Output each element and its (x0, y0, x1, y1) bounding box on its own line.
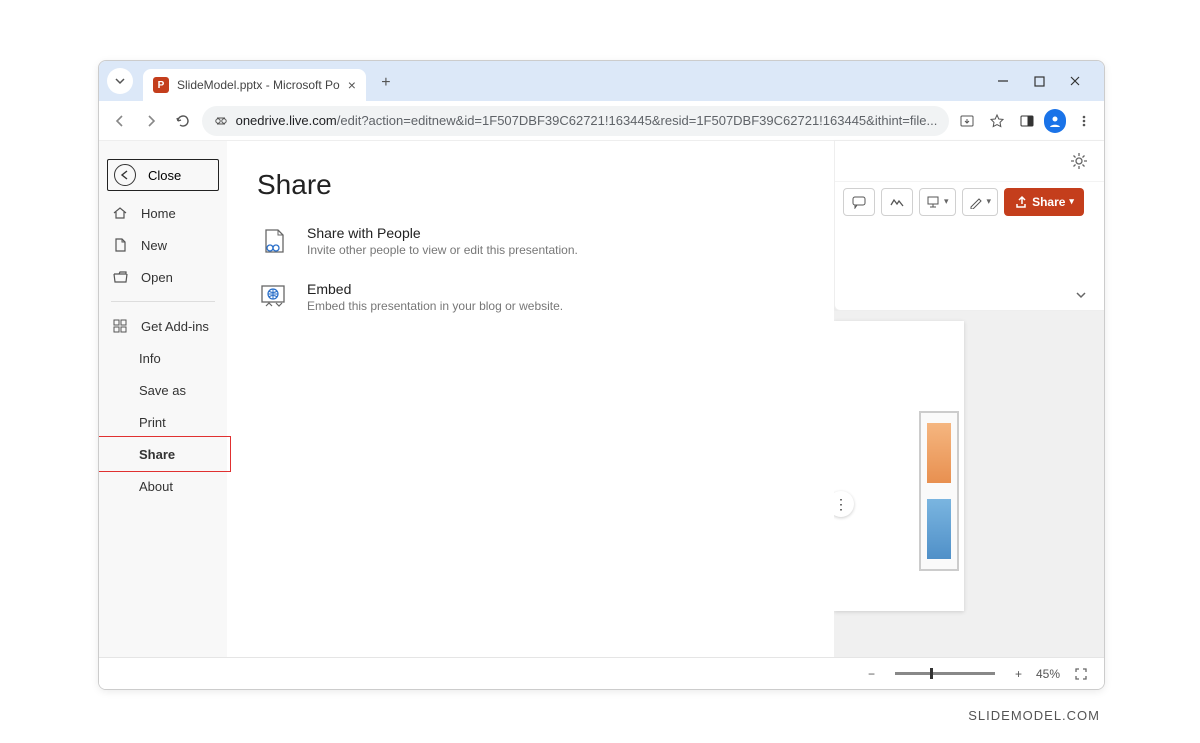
powerpoint-favicon: P (153, 77, 169, 93)
nav-addins[interactable]: Get Add-ins (99, 310, 227, 342)
nav-home[interactable]: Home (99, 197, 227, 229)
backstage-panel: Close Home New Open Get Add-ins (99, 141, 834, 689)
panel-icon[interactable] (1015, 108, 1039, 134)
editing-mode-button[interactable]: ▾ (962, 188, 999, 216)
option-desc: Invite other people to view or edit this… (307, 243, 578, 257)
nav-share[interactable]: Share (99, 438, 227, 470)
slide-canvas-peek: ⋮ (834, 311, 1104, 657)
share-button[interactable]: Share ▾ (1004, 188, 1084, 216)
nav-divider (111, 301, 215, 302)
url-field[interactable]: onedrive.live.com/edit?action=editnew&id… (202, 106, 950, 136)
forward-button[interactable] (139, 107, 165, 135)
backstage-content: Share Share with People Invite other peo… (227, 141, 834, 689)
option-desc: Embed this presentation in your blog or … (307, 299, 563, 313)
home-icon (111, 205, 129, 221)
browser-tab[interactable]: P SlideModel.pptx - Microsoft Po × (143, 69, 366, 101)
address-bar: onedrive.live.com/edit?action=editnew&id… (99, 101, 1104, 141)
nav-about[interactable]: About (99, 470, 227, 502)
zoom-in-button[interactable]: + (1015, 667, 1022, 681)
new-file-icon (111, 237, 129, 253)
share-people-icon (257, 225, 289, 257)
backstage-nav: Close Home New Open Get Add-ins (99, 141, 227, 689)
settings-icon[interactable] (1070, 152, 1088, 170)
nav-info[interactable]: Info (99, 342, 227, 374)
ribbon-peek: ▾ ▾ Share ▾ (834, 141, 1104, 311)
option-title: Share with People (307, 225, 578, 241)
nav-saveas[interactable]: Save as (99, 374, 227, 406)
app-content: ▾ ▾ Share ▾ ⋮ Close (99, 141, 1104, 689)
embed-option[interactable]: Embed Embed this presentation in your bl… (257, 281, 804, 313)
maximize-button[interactable] (1030, 72, 1048, 90)
tab-search-button[interactable] (107, 68, 133, 94)
zoom-level[interactable]: 45% (1036, 667, 1060, 681)
folder-open-icon (111, 269, 129, 285)
comments-button[interactable] (843, 188, 875, 216)
zoom-slider[interactable] (895, 672, 995, 675)
back-button[interactable] (107, 107, 133, 135)
close-tab-icon[interactable]: × (348, 77, 356, 93)
share-heading: Share (257, 169, 804, 201)
nav-new[interactable]: New (99, 229, 227, 261)
nav-print[interactable]: Print (99, 406, 227, 438)
tab-bar: P SlideModel.pptx - Microsoft Po × + (99, 61, 1104, 101)
addins-icon (111, 318, 129, 334)
reload-button[interactable] (170, 107, 196, 135)
close-label: Close (148, 168, 181, 183)
watermark: SLIDEMODEL.COM (968, 708, 1100, 723)
menu-icon[interactable] (1072, 108, 1096, 134)
option-title: Embed (307, 281, 563, 297)
browser-window: P SlideModel.pptx - Microsoft Po × + one… (98, 60, 1105, 690)
url-text: onedrive.live.com/edit?action=editnew&id… (236, 113, 938, 128)
new-tab-button[interactable]: + (372, 69, 400, 97)
window-controls (994, 72, 1096, 90)
minimize-button[interactable] (994, 72, 1012, 90)
zoom-out-button[interactable]: − (868, 667, 875, 681)
fit-to-window-icon[interactable] (1074, 667, 1088, 681)
bookmark-icon[interactable] (985, 108, 1009, 134)
backstage-close-button[interactable]: Close (107, 159, 219, 191)
catchup-button[interactable] (881, 188, 913, 216)
present-button[interactable]: ▾ (919, 188, 956, 216)
tab-title: SlideModel.pptx - Microsoft Po (177, 78, 340, 92)
share-button-label: Share (1032, 195, 1065, 209)
back-arrow-icon (114, 164, 136, 186)
collapse-ribbon-icon[interactable] (1074, 288, 1088, 302)
profile-avatar[interactable] (1044, 109, 1066, 133)
close-window-button[interactable] (1066, 72, 1084, 90)
embed-icon (257, 281, 289, 313)
install-app-icon[interactable] (955, 108, 979, 134)
share-with-people-option[interactable]: Share with People Invite other people to… (257, 225, 804, 257)
slide-content-preview (919, 411, 959, 571)
site-info-icon (214, 114, 228, 128)
status-bar: − + 45% (99, 657, 1104, 689)
nav-open[interactable]: Open (99, 261, 227, 293)
